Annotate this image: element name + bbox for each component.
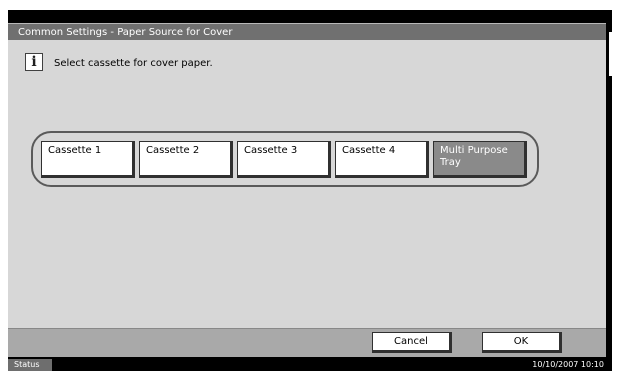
paper-source-group: Cassette 1 Cassette 2 Cassette 3 Cassett… <box>31 131 539 187</box>
status-button[interactable]: Status <box>8 359 52 371</box>
cassette-4-button[interactable]: Cassette 4 <box>335 141 429 178</box>
content-panel: i Select cassette for cover paper. Casse… <box>8 40 606 334</box>
window-title: Common Settings - Paper Source for Cover <box>8 23 606 40</box>
cassette-3-button[interactable]: Cassette 3 <box>237 141 331 178</box>
instruction-message: Select cassette for cover paper. <box>54 58 213 69</box>
action-bar: Cancel OK <box>8 328 606 357</box>
multi-purpose-tray-button[interactable]: Multi Purpose Tray <box>433 141 527 178</box>
ok-button[interactable]: OK <box>482 332 562 353</box>
device-screen: Common Settings - Paper Source for Cover… <box>8 10 612 371</box>
info-icon: i <box>25 53 43 71</box>
cassette-1-button[interactable]: Cassette 1 <box>41 141 135 178</box>
status-bar: Status 10/10/2007 10:10 <box>8 357 612 371</box>
cancel-button[interactable]: Cancel <box>372 332 452 353</box>
scroll-indicator <box>609 32 612 76</box>
date-time: 10/10/2007 10:10 <box>532 360 604 369</box>
cassette-2-button[interactable]: Cassette 2 <box>139 141 233 178</box>
